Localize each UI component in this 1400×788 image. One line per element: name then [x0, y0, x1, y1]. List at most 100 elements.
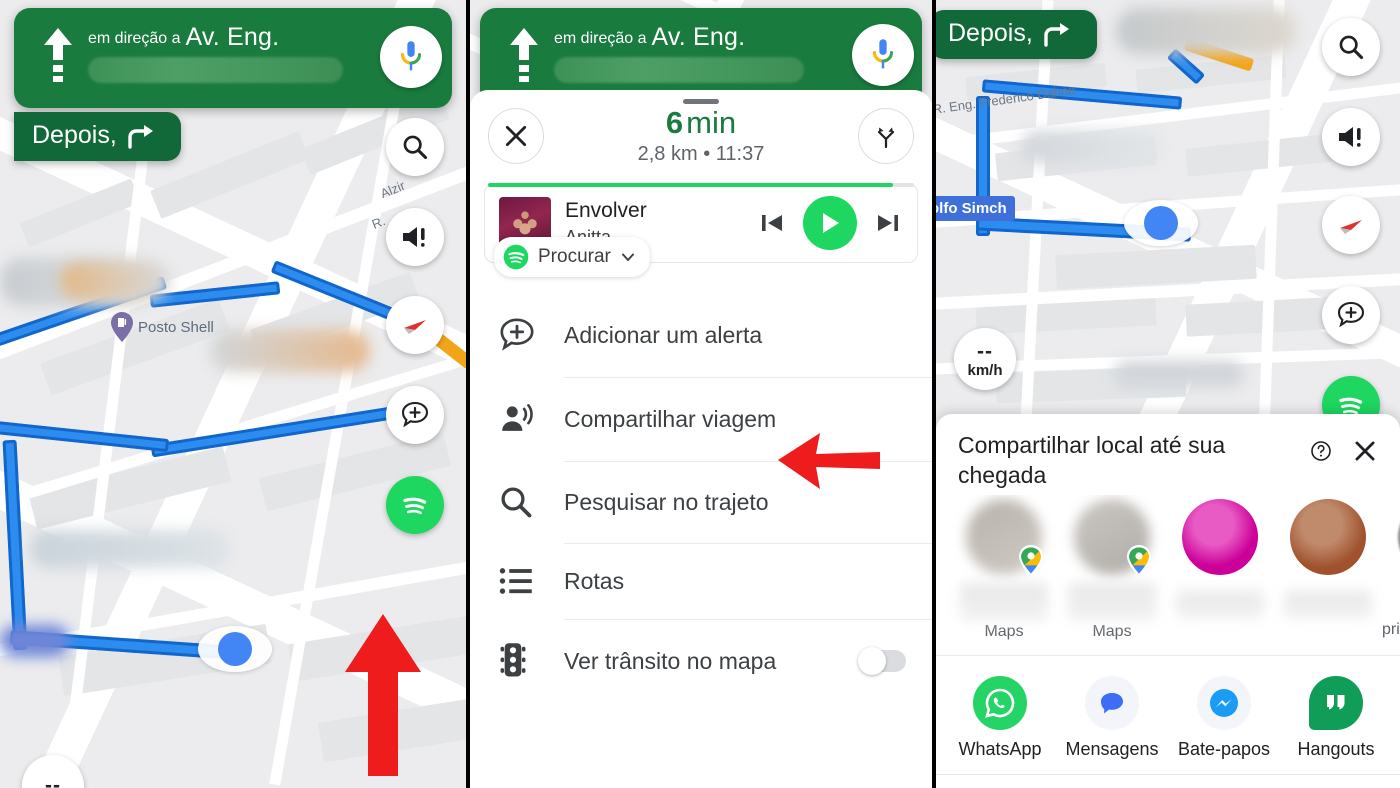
gas-station-pin-icon — [111, 312, 133, 342]
menu-item-ver-transito[interactable]: Ver trânsito no mapa — [470, 619, 932, 703]
next-turn-label: Depois, — [948, 19, 1033, 47]
eta-line: 6min — [544, 105, 858, 140]
share-app-mensagens[interactable]: Mensagens — [1056, 675, 1168, 760]
add-report-icon — [401, 401, 429, 428]
media-controls — [757, 196, 903, 251]
share-location-sheet: Compartilhar local até sua chegada Maps … — [936, 414, 1400, 788]
eta-unit: min — [686, 105, 737, 140]
media-player-block: Envolver Anitta — [470, 183, 932, 278]
track-title: Envolver — [565, 199, 647, 222]
next-turn-card[interactable]: Depois, — [936, 10, 1097, 59]
contact-list: Maps Maps pri — [936, 495, 1400, 641]
whatsapp-icon — [973, 675, 1027, 730]
redacted-label — [30, 530, 230, 568]
compass-icon — [404, 320, 426, 334]
menu-item-rotas[interactable]: Rotas — [470, 543, 932, 619]
eta-value: 6 — [665, 105, 684, 140]
annotation-arrow-up — [345, 614, 421, 776]
close-navigation-button[interactable] — [488, 108, 544, 165]
redacted-label — [1021, 130, 1161, 164]
share-app-hangouts[interactable]: Hangouts — [1280, 675, 1392, 760]
traffic-toggle[interactable] — [858, 647, 906, 676]
menu-item-adicionar-alerta[interactable]: Adicionar um alerta — [470, 293, 932, 377]
search-button[interactable] — [1322, 18, 1380, 76]
google-assistant-mic-icon[interactable] — [852, 24, 914, 86]
google-assistant-mic-icon[interactable] — [380, 26, 442, 88]
menu-item-label: Rotas — [564, 567, 625, 594]
contact-item[interactable] — [1274, 498, 1382, 641]
chip-label: Procurar — [538, 246, 611, 268]
current-location-puck — [1124, 200, 1198, 246]
share-sheet-header: Compartilhar local até sua chegada — [936, 414, 1400, 495]
compass-button[interactable] — [1322, 196, 1380, 254]
search-icon — [1339, 35, 1364, 60]
contact-item[interactable]: Maps — [950, 498, 1058, 641]
redacted-label — [0, 625, 70, 657]
media-progress-bar[interactable] — [488, 183, 914, 188]
menu-item-label: Compartilhar viagem — [564, 405, 777, 432]
speed-indicator[interactable]: -- km/h — [954, 328, 1016, 390]
compass-button[interactable] — [386, 296, 444, 354]
skip-previous-icon[interactable] — [757, 208, 787, 238]
trip-separator: • — [703, 143, 711, 166]
search-icon — [498, 484, 564, 520]
sound-alerts-button[interactable] — [1322, 108, 1380, 166]
redacted-label — [1116, 8, 1296, 54]
spotify-browse-chip[interactable]: Procurar — [494, 237, 650, 278]
contact-app-label: Maps — [1092, 622, 1132, 640]
spotify-button[interactable] — [386, 476, 444, 534]
close-share-sheet-button[interactable] — [1348, 434, 1382, 468]
alternate-routes-icon — [877, 127, 895, 149]
panel-navigation-view: Posto Shell Alzir R. -- em direção a Av.… — [0, 0, 466, 788]
sheet-bottom-bar — [936, 773, 1400, 784]
contact-app-label: Maps — [984, 622, 1024, 640]
straight-ahead-arrow-icon — [28, 22, 88, 84]
navigation-instruction-card[interactable]: em direção a Av. Eng. — [14, 8, 452, 108]
volume-alert-icon — [403, 227, 425, 247]
add-report-button[interactable] — [1322, 286, 1380, 344]
navigation-options-menu: Adicionar um alerta Compartilhar viagem — [470, 293, 932, 703]
trip-distance: 2,8 km — [637, 143, 698, 166]
contact-item[interactable] — [1166, 498, 1274, 641]
nav-direction-prefix: em direção a — [88, 30, 181, 47]
panel-navigation-menu: em direção a Av. Eng. ... 6min 2,8 km • … — [470, 0, 932, 788]
volume-alert-icon — [1339, 127, 1361, 147]
app-label: Mensagens — [1065, 738, 1159, 759]
play-button[interactable] — [803, 196, 857, 251]
next-turn-card[interactable]: Depois, — [14, 112, 181, 161]
help-circle-icon[interactable] — [1304, 434, 1338, 468]
close-icon — [1355, 441, 1375, 461]
contact-item[interactable]: pris — [1382, 498, 1400, 641]
add-report-button[interactable] — [386, 386, 444, 444]
avatar — [1074, 498, 1151, 577]
contact-app-label: pris — [1382, 620, 1400, 638]
share-app-whatsapp[interactable]: WhatsApp — [944, 675, 1056, 760]
app-label: Hangouts — [1297, 738, 1375, 759]
spotify-icon — [503, 244, 529, 270]
traffic-light-icon — [498, 642, 564, 680]
app-label: Bate-papos — [1177, 738, 1271, 759]
poi-label: Posto Shell — [138, 318, 214, 336]
three-panel-tutorial-strip: Posto Shell Alzir R. -- em direção a Av.… — [0, 0, 1400, 788]
menu-item-label: Adicionar um alerta — [564, 321, 763, 348]
share-trip-icon — [498, 400, 564, 438]
speed-value: -- — [977, 339, 993, 363]
street-label-highway: olfo Simch — [936, 196, 1015, 221]
contact-item[interactable]: Maps — [1058, 498, 1166, 641]
poi-posto-shell[interactable]: Posto Shell — [110, 312, 214, 342]
redacted-label — [210, 330, 370, 372]
close-icon — [505, 125, 527, 147]
avatar — [1290, 498, 1366, 575]
search-button[interactable] — [386, 118, 444, 176]
straight-ahead-arrow-icon — [494, 22, 554, 84]
speed-value: -- — [45, 774, 61, 788]
alternate-routes-button[interactable] — [858, 108, 914, 165]
share-app-bate-papos[interactable]: Bate-papos — [1168, 675, 1280, 760]
redacted-street-name — [554, 57, 804, 84]
skip-next-icon[interactable] — [873, 208, 903, 238]
trip-eta-block: 6min 2,8 km • 11:37 — [544, 105, 858, 166]
search-icon — [403, 135, 428, 160]
redacted-street-name — [88, 57, 343, 84]
spotify-icon — [403, 497, 427, 515]
sound-alerts-button[interactable] — [386, 208, 444, 266]
